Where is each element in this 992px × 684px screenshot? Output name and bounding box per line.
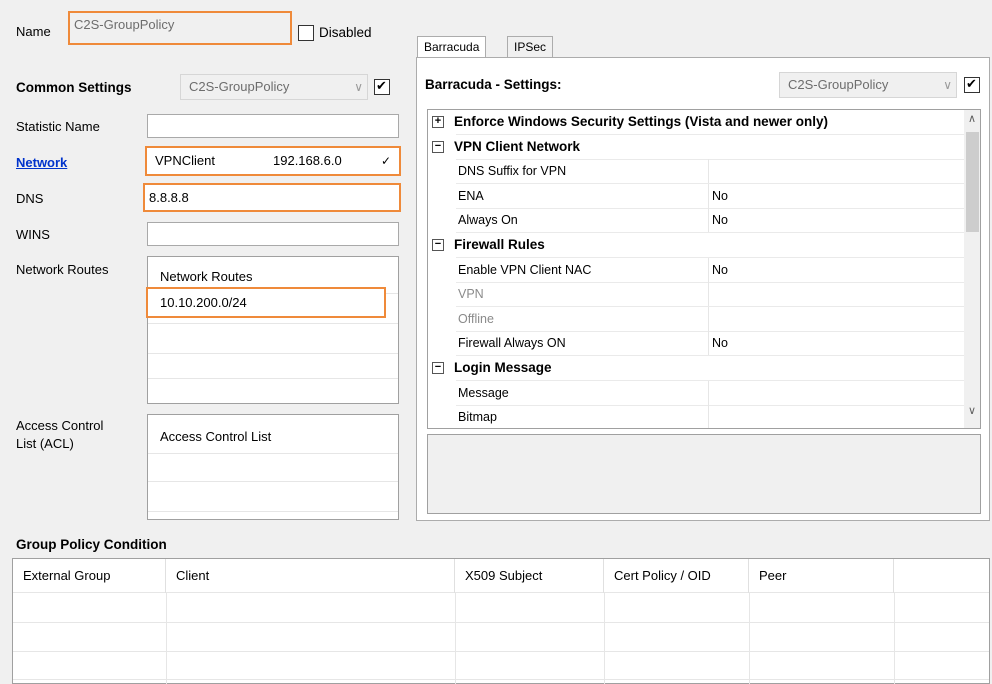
column-header-client[interactable]: Client [166,559,455,593]
group-policy-condition-title: Group Policy Condition [16,537,167,552]
property-value[interactable]: No [712,184,728,208]
chevron-down-icon: ∨ [354,80,363,94]
group-policy-condition-table[interactable]: External Group Client X509 Subject Cert … [12,558,990,684]
statistic-name-label: Statistic Name [16,119,100,134]
network-routes-list[interactable]: Network Routes [147,256,399,404]
barracuda-tab-panel: Barracuda - Settings: C2S-GroupPolicy ∨ … [416,57,990,521]
network-route-value: 10.10.200.0/24 [160,295,247,310]
property-name: Message [458,385,509,400]
network-routes-header: Network Routes [160,269,253,284]
property-divider [708,380,709,406]
property-row[interactable]: Firewall Always ON No [428,331,964,357]
property-name: Firewall Always ON [458,336,566,351]
property-category-label: Enforce Windows Security Settings (Vista… [454,114,828,129]
property-row[interactable]: ENA No [428,183,964,209]
property-name: Enable VPN Client NAC [458,262,592,277]
property-divider [708,159,709,185]
property-name: Bitmap [458,410,497,425]
property-divider [708,306,709,332]
dns-label: DNS [16,191,44,206]
tab-ipsec[interactable]: IPSec [507,36,554,58]
scroll-up-icon[interactable]: ∧ [968,112,976,125]
property-category-label: VPN Client Network [454,138,581,154]
property-divider [708,183,709,209]
property-description-box [427,434,981,514]
property-category[interactable]: − VPN Client Network [428,135,964,160]
barracuda-settings-override-checkbox[interactable] [964,76,980,93]
network-route-row[interactable]: 10.10.200.0/24 [146,287,386,318]
property-row[interactable]: VPN [428,282,964,308]
property-row[interactable]: Message [428,380,964,406]
wins-label: WINS [16,227,50,242]
property-category[interactable]: − Login Message [428,356,964,381]
collapse-icon[interactable]: − [432,239,444,251]
chevron-down-icon: ∨ [943,78,952,92]
name-label: Name [16,24,51,39]
common-settings-title: Common Settings [16,80,132,95]
property-category-label: Firewall Rules [454,237,545,252]
tab-barracuda[interactable]: Barracuda [417,36,487,58]
property-grid[interactable]: + Enforce Windows Security Settings (Vist… [427,109,981,429]
property-divider [708,331,709,357]
property-category-label: Login Message [454,360,552,375]
property-divider [708,405,709,428]
statistic-name-input[interactable] [147,114,399,138]
acl-list[interactable]: Access Control List [147,414,399,520]
barracuda-settings-combo[interactable]: C2S-GroupPolicy ∨ [779,72,957,98]
property-row[interactable]: DNS Suffix for VPN [428,159,964,185]
network-select-ip: 192.168.6.0 [273,153,342,168]
disabled-checkbox[interactable] [298,25,314,41]
property-divider [708,282,709,308]
property-name: VPN [458,287,484,302]
dns-input[interactable]: 8.8.8.8 [143,183,401,212]
network-routes-label: Network Routes [16,262,109,277]
common-settings-override-checkbox[interactable] [374,78,390,95]
wins-input[interactable] [147,222,399,246]
dns-value: 8.8.8.8 [149,190,189,205]
disabled-label: Disabled [319,25,372,40]
network-select[interactable]: VPNClient 192.168.6.0 ✓ [145,146,401,176]
collapse-icon[interactable]: − [432,140,444,153]
barracuda-settings-combo-value: C2S-GroupPolicy [788,77,889,92]
scrollbar-thumb[interactable] [966,132,979,232]
property-name: DNS Suffix for VPN [458,164,567,179]
property-value[interactable]: No [712,331,728,355]
scroll-down-icon[interactable]: ∨ [968,404,976,417]
acl-label-line2: List (ACL) [16,436,74,451]
name-input[interactable]: C2S-GroupPolicy [68,11,292,45]
expand-icon[interactable]: + [432,116,444,128]
property-row[interactable]: Bitmap [428,405,964,428]
property-category[interactable]: − Firewall Rules [428,233,964,258]
table-header: External Group Client X509 Subject Cert … [13,559,989,593]
property-name: Offline [458,311,494,326]
property-grid-scrollbar[interactable]: ∧ ∨ [964,110,980,428]
column-header-external-group[interactable]: External Group [13,559,166,593]
name-value: C2S-GroupPolicy [74,17,175,32]
network-link[interactable]: Network [16,155,67,170]
property-name: Always On [458,213,518,228]
column-header-cert-policy[interactable]: Cert Policy / OID [604,559,749,593]
acl-label-line1: Access Control [16,418,104,433]
property-row[interactable]: Offline [428,306,964,332]
property-value[interactable]: No [712,258,728,282]
column-header-x509-subject[interactable]: X509 Subject [455,559,604,593]
collapse-icon[interactable]: − [432,362,444,374]
property-row[interactable]: Enable VPN Client NAC No [428,257,964,283]
property-name: ENA [458,188,484,203]
property-divider [708,208,709,234]
acl-header: Access Control List [160,429,272,444]
property-category[interactable]: + Enforce Windows Security Settings (Vist… [428,110,964,135]
property-divider [708,257,709,283]
chevron-down-icon: ✓ [380,154,391,168]
common-settings-combo-value: C2S-GroupPolicy [189,79,290,94]
barracuda-settings-title: Barracuda - Settings: [425,77,562,92]
common-settings-combo[interactable]: C2S-GroupPolicy ∨ [180,74,368,100]
property-value[interactable]: No [712,208,728,232]
network-select-name: VPNClient [155,153,215,168]
column-header-peer[interactable]: Peer [749,559,894,593]
property-row[interactable]: Always On No [428,208,964,234]
